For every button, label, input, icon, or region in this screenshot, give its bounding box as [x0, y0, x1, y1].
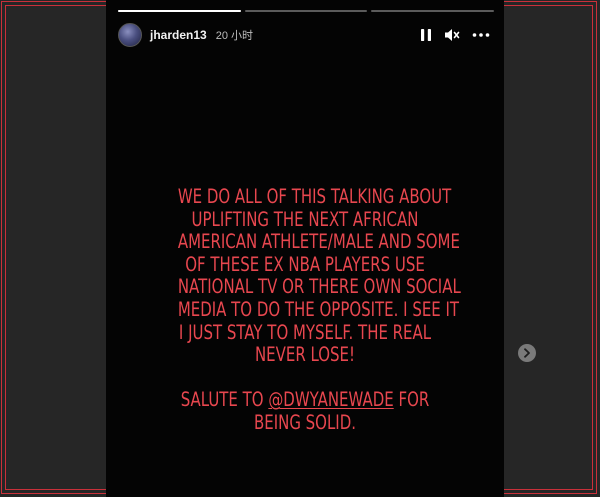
story-header: jharden13 20 小时 [118, 22, 490, 48]
salute-text: SALUTE TO [180, 388, 264, 412]
avatar[interactable] [118, 23, 142, 47]
story-text-line: OF THESE EX NBA PLAYERS USE [185, 252, 425, 276]
mention-link[interactable]: @DWYANEWADE [268, 388, 393, 412]
progress-segment [244, 10, 368, 12]
story-progress [118, 10, 495, 12]
for-text: FOR [398, 388, 430, 412]
story-text-line: MEDIA TO DO THE OPPOSITE. I SEE IT [177, 297, 460, 321]
story-text-line: BEING SOLID. [253, 410, 357, 434]
story-text-line: SALUTE TO @DWYANEWADE FOR [178, 389, 432, 412]
volume-muted-icon[interactable] [444, 28, 460, 42]
more-icon[interactable] [472, 32, 490, 38]
progress-fill [118, 10, 241, 12]
story-text-line: I JUST STAY TO MYSELF. THE REAL [178, 320, 432, 344]
story-text-spacer [178, 367, 432, 390]
username[interactable]: jharden13 [150, 28, 207, 42]
next-story-button[interactable] [518, 344, 536, 362]
story-text-line: AMERICAN ATHLETE/MALE AND SOME [177, 230, 460, 254]
story-text-line: WE DO ALL OF THIS TALKING ABOUT [177, 185, 452, 208]
story-controls [420, 28, 490, 42]
story-text: WE DO ALL OF THIS TALKING ABOUT UPLIFTIN… [177, 185, 461, 435]
story-viewer: jharden13 20 小时 WE DO ALL OF THIS TALKIN… [106, 0, 504, 497]
story-text-line: UPLIFTING THE NEXT AFRICAN [191, 207, 419, 231]
chevron-right-icon [524, 348, 530, 358]
story-text-line: NEVER LOSE! [254, 343, 356, 367]
time-ago: 20 小时 [215, 30, 253, 42]
story-text-line: NATIONAL TV OR THERE OWN SOCIAL [177, 275, 461, 299]
progress-segment [118, 10, 241, 12]
pause-icon[interactable] [420, 28, 432, 42]
progress-segment [371, 10, 495, 12]
